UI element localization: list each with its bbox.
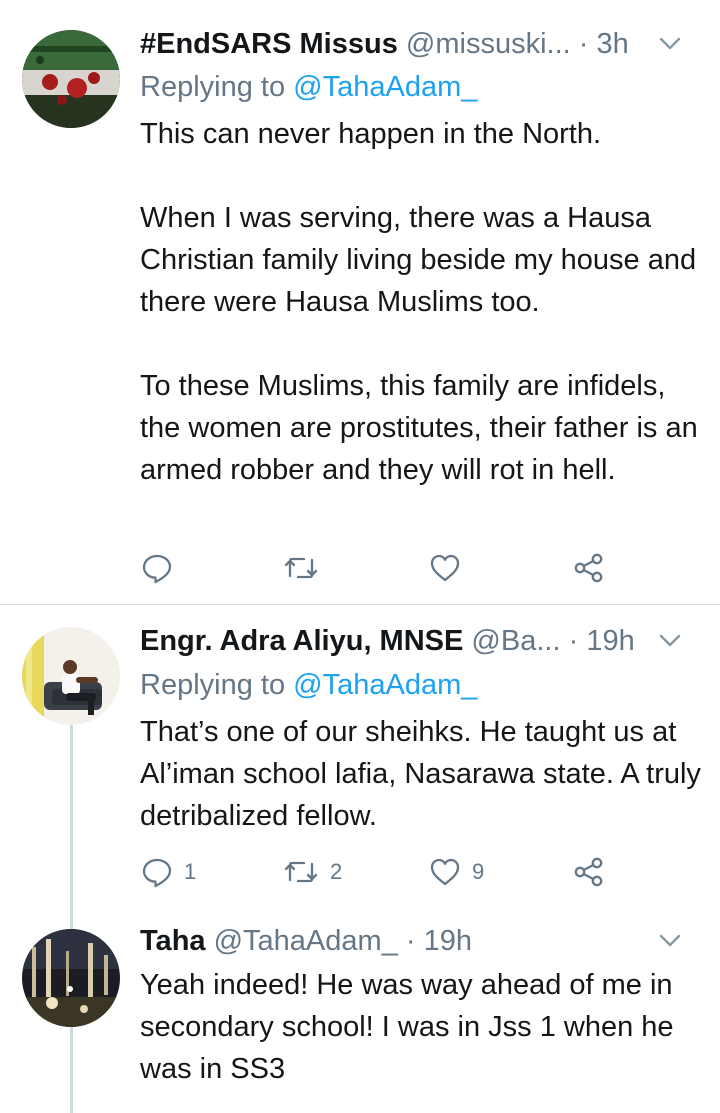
reply-icon [140, 855, 174, 889]
display-name[interactable]: #EndSARS Missus [140, 28, 398, 60]
replying-to: Replying to @TahaAdam_ [140, 666, 477, 704]
tweet-header: Engr. Adra Aliyu, MNSE @Ba... · 19h [140, 621, 700, 661]
chevron-down-icon[interactable] [650, 923, 690, 959]
avatar-image [22, 30, 120, 128]
tweet-actions: 1 2 9 [140, 852, 640, 892]
timestamp[interactable]: 19h [586, 625, 634, 657]
tweet-2[interactable]: Engr. Adra Aliyu, MNSE @Ba... · 19h Repl… [0, 605, 720, 1113]
separator-dot: · [568, 625, 579, 657]
retweet-count: 2 [330, 859, 343, 884]
chevron-down-icon[interactable] [650, 623, 690, 659]
avatar[interactable] [22, 929, 120, 1027]
tweet-actions [140, 548, 640, 588]
heart-icon [428, 551, 462, 585]
thread-line [70, 723, 73, 1113]
tweet-text: Yeah indeed! He was way ahead of me in s… [140, 969, 682, 1085]
tweet-header: Taha @TahaAdam_ · 19h [140, 921, 700, 961]
timestamp[interactable]: 19h [424, 925, 472, 957]
tweet-text: This can never happen in the North. When… [140, 118, 698, 486]
replying-prefix: Replying to [140, 71, 286, 103]
chevron-down-icon[interactable] [650, 26, 690, 62]
share-button[interactable] [572, 852, 606, 892]
like-button[interactable]: 9 [428, 852, 484, 892]
avatar[interactable] [22, 30, 120, 128]
avatar-image [22, 627, 120, 725]
user-handle[interactable]: @missuski... [406, 28, 571, 60]
tweet-1[interactable]: #EndSARS Missus @missuski... · 3h Replyi… [0, 0, 720, 604]
reply-icon [140, 551, 174, 585]
timestamp[interactable]: 3h [597, 28, 629, 60]
user-handle[interactable]: @TahaAdam_ [214, 925, 398, 957]
share-icon [572, 855, 606, 889]
user-handle[interactable]: @Ba... [471, 625, 560, 657]
avatar[interactable] [22, 627, 120, 725]
avatar-image [22, 929, 120, 1027]
reply-count: 1 [184, 859, 197, 884]
replying-to: Replying to @TahaAdam_ [140, 68, 477, 106]
mention-link[interactable]: @TahaAdam_ [293, 669, 477, 701]
reply-button[interactable] [140, 548, 184, 588]
like-count: 9 [472, 859, 485, 884]
tweet-text: That’s one of our sheihks. He taught us … [140, 716, 709, 832]
separator-dot: · [405, 925, 416, 957]
mention-link[interactable]: @TahaAdam_ [293, 71, 477, 103]
retweet-icon [282, 855, 320, 889]
share-icon [572, 551, 606, 585]
display-name[interactable]: Taha [140, 925, 206, 957]
heart-icon [428, 855, 462, 889]
retweet-button[interactable]: 2 [282, 852, 342, 892]
display-name[interactable]: Engr. Adra Aliyu, MNSE [140, 625, 463, 657]
separator-dot: · [578, 28, 589, 60]
reply-button[interactable]: 1 [140, 852, 196, 892]
retweet-icon [282, 551, 320, 585]
tweet-header: #EndSARS Missus @missuski... · 3h [140, 24, 700, 64]
like-button[interactable] [428, 548, 472, 588]
share-button[interactable] [572, 548, 606, 588]
retweet-button[interactable] [282, 548, 330, 588]
replying-prefix: Replying to [140, 669, 286, 701]
